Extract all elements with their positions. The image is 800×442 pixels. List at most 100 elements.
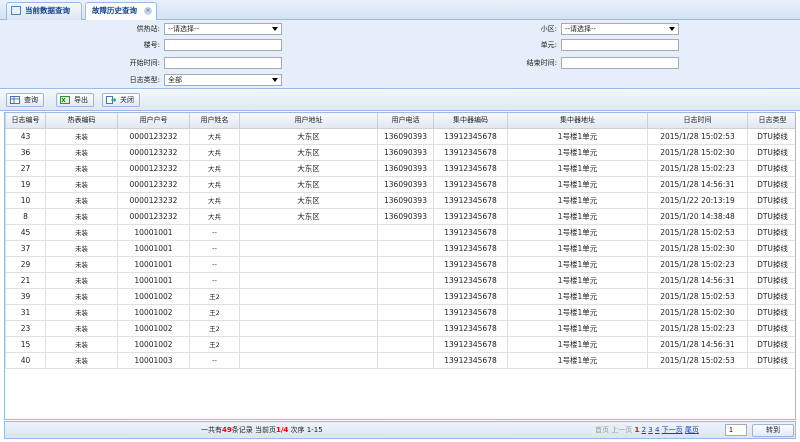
cell-user-name: -- [189,255,240,273]
cell-log-id: 27 [5,159,46,177]
cell-account-no: 0000123232 [117,143,190,161]
col-meter-code[interactable]: 热表编码 [45,113,118,129]
page-links: 首页 上一页 1 2 3 4 下一页 尾页 [595,425,699,436]
next-page-link[interactable]: 下一页 [662,426,683,434]
tab-label: 故障历史查询 [92,6,137,15]
cell-meter-code: 未装 [45,159,118,177]
table-row[interactable]: 43 未装 0000123232 大兵 大东区 136090393 13912345678 1… [5,127,795,145]
export-button[interactable]: 导出 [56,93,94,107]
cell-log-type: DTU掉线 [747,127,795,145]
query-button[interactable]: 查询 [6,93,44,107]
last-page-link[interactable]: 尾页 [685,426,699,434]
cell-log-id: 21 [5,271,46,289]
cell-concentrator-code: 13912345678 [433,287,508,305]
cell-log-id: 19 [5,175,46,193]
table-row[interactable]: 10 未装 0000123232 大兵 大东区 136090393 13912345678 1… [5,191,795,209]
meter-no-input[interactable] [164,39,282,51]
cell-account-no: 0000123232 [117,175,190,193]
window-icon [11,6,21,15]
heat-station-select[interactable]: --请选择-- [164,23,282,35]
district-select[interactable]: --请选择-- [561,23,679,35]
page-link-2[interactable]: 2 [642,426,646,434]
cell-log-type: DTU掉线 [747,223,795,241]
table-row[interactable]: 36 未装 0000123232 大兵 大东区 136090393 13912345678 1… [5,143,795,161]
jump-button[interactable]: 转到 [752,424,794,437]
cell-meter-code: 未装 [45,255,118,273]
page-jump-input[interactable] [725,424,747,436]
cell-log-type: DTU掉线 [747,143,795,161]
table-row[interactable]: 27 未装 0000123232 大兵 大东区 136090393 13912345678 1… [5,159,795,177]
table-row[interactable]: 40 未装 10001003 -- 13912345678 1号楼1单元 2015/1/28… [5,351,795,369]
col-concentrator-address[interactable]: 集中器地址 [507,113,648,129]
cell-log-time: 2015/1/28 15:02:53 [647,351,748,369]
cell-concentrator-code: 13912345678 [433,207,508,225]
cell-user-address [239,255,378,273]
cell-log-id: 43 [5,127,46,145]
table-row[interactable]: 8 未装 0000123232 大兵 大东区 136090393 13912345678 1号… [5,207,795,225]
col-account-no[interactable]: 用户户号 [117,113,190,129]
page-link-1[interactable]: 1 [634,426,639,434]
cell-log-time: 2015/1/28 14:56:31 [647,175,748,193]
cell-concentrator-address: 1号楼1单元 [507,127,648,145]
col-log-id[interactable]: 日志编号 [5,113,46,129]
col-user-address[interactable]: 用户地址 [239,113,378,129]
table-row[interactable]: 15 未装 10001002 王2 13912345678 1号楼1单元 2015/1/28… [5,335,795,353]
cell-meter-code: 未装 [45,239,118,257]
cell-account-no: 0000123232 [117,191,190,209]
cell-user-address: 大东区 [239,207,378,225]
start-time-input[interactable] [164,57,282,69]
unit-input[interactable] [561,39,679,51]
table-row[interactable]: 37 未装 10001001 -- 13912345678 1号楼1单元 2015/1/28… [5,239,795,257]
cell-concentrator-address: 1号楼1单元 [507,239,648,257]
cell-concentrator-address: 1号楼1单元 [507,335,648,353]
district-label: 小区: [540,25,557,33]
first-page-link[interactable]: 首页 [595,426,609,434]
meter-type-select[interactable]: 全部 [164,74,282,86]
close-icon[interactable]: × [144,7,152,15]
cell-user-phone [377,303,434,321]
query-label: 查询 [24,96,38,104]
end-time-label: 结束时间: [526,59,557,67]
table-row[interactable]: 29 未装 10001001 -- 13912345678 1号楼1单元 2015/1/28… [5,255,795,273]
cell-meter-code: 未装 [45,271,118,289]
close-button[interactable]: 关闭 [102,93,140,107]
cell-log-time: 2015/1/22 20:13:19 [647,191,748,209]
col-log-type[interactable]: 日志类型 [747,113,795,129]
table-row[interactable]: 39 未装 10001002 王2 13912345678 1号楼1单元 2015/1/28… [5,287,795,305]
exit-icon [106,96,116,104]
page-link-4[interactable]: 4 [655,426,659,434]
tab-current-data[interactable]: 当前数据查询 [6,2,82,20]
cell-log-id: 10 [5,191,46,209]
page-link-3[interactable]: 3 [648,426,652,434]
meter-type-label: 日志类型: [129,76,160,84]
col-user-name[interactable]: 用户姓名 [189,113,240,129]
cell-log-type: DTU掉线 [747,319,795,337]
table-row[interactable]: 23 未装 10001002 王2 13912345678 1号楼1单元 2015/1/28… [5,319,795,337]
table-row[interactable]: 45 未装 10001001 -- 13912345678 1号楼1单元 2015/1/28… [5,223,795,241]
cell-user-address [239,335,378,353]
prev-page-link[interactable]: 上一页 [611,426,632,434]
cell-account-no: 0000123232 [117,207,190,225]
cell-concentrator-address: 1号楼1单元 [507,271,648,289]
cell-log-id: 37 [5,239,46,257]
cell-meter-code: 未装 [45,335,118,353]
end-time-input[interactable] [561,57,679,69]
cell-log-time: 2015/1/28 15:02:23 [647,159,748,177]
cell-user-name: 王2 [189,319,240,337]
current-prefix: 当前页 [254,426,276,434]
table-row[interactable]: 21 未装 10001001 -- 13912345678 1号楼1单元 2015/1/28… [5,271,795,289]
table-row[interactable]: 31 未装 10001002 王2 13912345678 1号楼1单元 2015/1/28… [5,303,795,321]
cell-concentrator-address: 1号楼1单元 [507,191,648,209]
cell-meter-code: 未装 [45,207,118,225]
col-user-phone[interactable]: 用户电话 [377,113,434,129]
cell-log-time: 2015/1/28 14:56:31 [647,335,748,353]
cell-account-no: 10001001 [117,223,190,241]
col-log-time[interactable]: 日志时间 [647,113,748,129]
tab-fault-history[interactable]: 故障历史查询 × [85,2,157,21]
table-row[interactable]: 19 未装 0000123232 大兵 大东区 136090393 13912345678 1… [5,175,795,193]
cell-user-name: 王2 [189,335,240,353]
cell-user-address: 大东区 [239,175,378,193]
cell-concentrator-code: 13912345678 [433,175,508,193]
col-concentrator-code[interactable]: 集中器编码 [433,113,508,129]
cell-account-no: 10001001 [117,239,190,257]
